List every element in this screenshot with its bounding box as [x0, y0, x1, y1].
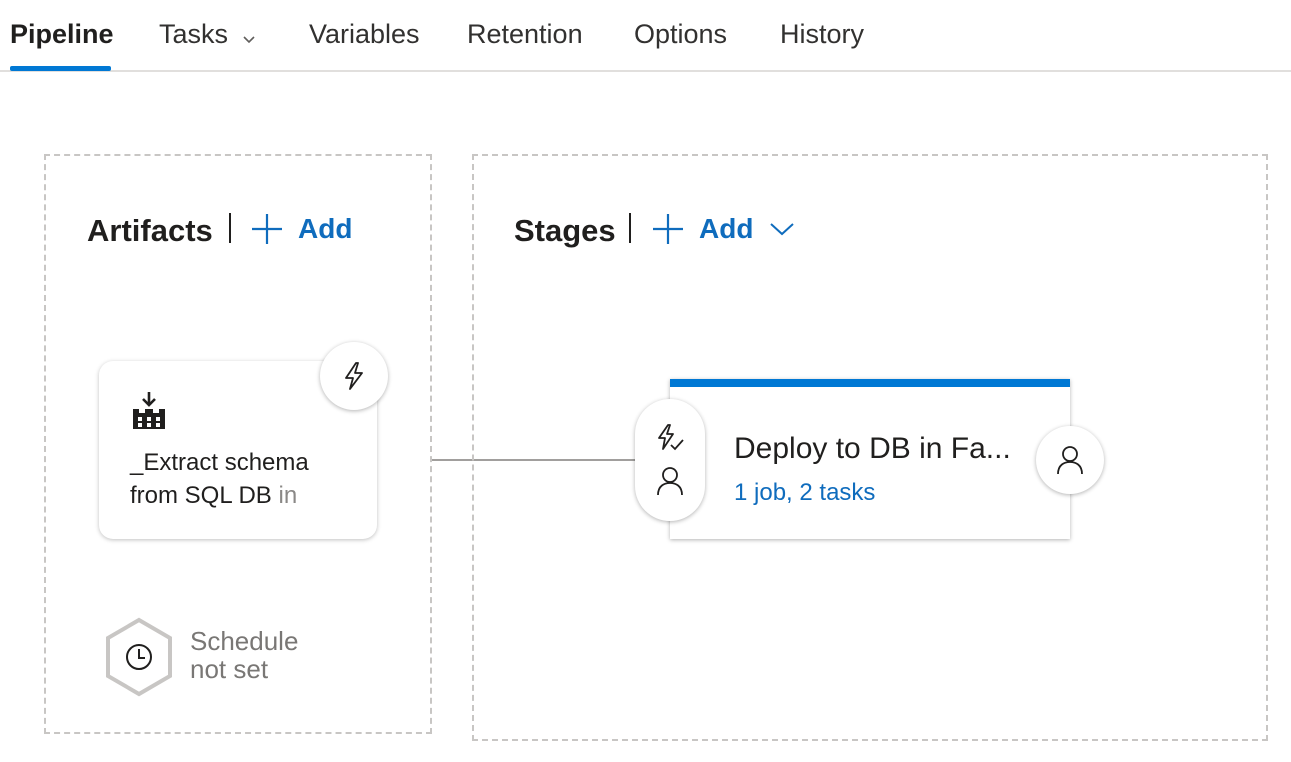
tab-tasks[interactable]: Tasks	[159, 14, 256, 54]
plus-icon	[252, 214, 282, 244]
add-artifact-label: Add	[298, 213, 353, 244]
pre-deployment-conditions[interactable]	[635, 399, 705, 521]
artifacts-title-divider	[229, 213, 231, 243]
tab-variables[interactable]: Variables	[309, 14, 420, 54]
stage-job-summary[interactable]: 1 job, 2 tasks	[734, 477, 875, 509]
post-deployment-conditions[interactable]	[1036, 426, 1104, 494]
pipeline-tabs: Pipeline Tasks Variables Retention Optio…	[0, 0, 1291, 72]
artifact-name-line1: _Extract schema	[130, 449, 309, 476]
stage-card[interactable]: Deploy to DB in Fa... 1 job, 2 tasks	[670, 379, 1070, 539]
person-icon	[657, 467, 683, 496]
add-stage-button[interactable]: Add	[651, 209, 795, 249]
schedule-line1: Schedule	[190, 626, 299, 656]
schedule-line2: not set	[190, 654, 269, 684]
add-artifact-button[interactable]: Add	[250, 209, 352, 249]
person-icon	[1057, 446, 1083, 475]
tab-pipeline[interactable]: Pipeline	[10, 14, 114, 54]
stage-name: Deploy to DB in Fa...	[734, 432, 1011, 465]
stages-title: Stages	[514, 213, 616, 248]
artifacts-title: Artifacts	[87, 213, 213, 248]
tab-options[interactable]: Options	[634, 14, 727, 54]
artifact-name-fade: in	[278, 482, 298, 509]
tab-tasks-label: Tasks	[159, 19, 229, 49]
artifact-name: _Extract schema from SQL DB in	[130, 446, 360, 512]
continuous-deployment-trigger-button[interactable]	[320, 342, 388, 410]
tab-retention[interactable]: Retention	[467, 14, 583, 54]
artifact-name-line2: from SQL DB	[130, 482, 272, 509]
clock-icon	[106, 617, 172, 697]
release-pipeline-editor: Pipeline Tasks Variables Retention Optio…	[0, 0, 1291, 762]
lightning-icon	[345, 362, 363, 390]
add-stage-label: Add	[699, 213, 754, 244]
build-artifact-icon	[130, 391, 168, 436]
tab-history[interactable]: History	[780, 14, 864, 54]
schedule-trigger[interactable]: Schedule not set	[104, 617, 334, 697]
schedule-label: Schedule not set	[190, 627, 298, 683]
chevron-down-icon	[242, 16, 256, 56]
chevron-down-icon	[770, 223, 795, 236]
stages-title-divider	[629, 213, 631, 243]
active-tab-indicator	[10, 66, 111, 71]
lightning-check-icon	[658, 424, 684, 451]
plus-icon	[653, 214, 683, 244]
